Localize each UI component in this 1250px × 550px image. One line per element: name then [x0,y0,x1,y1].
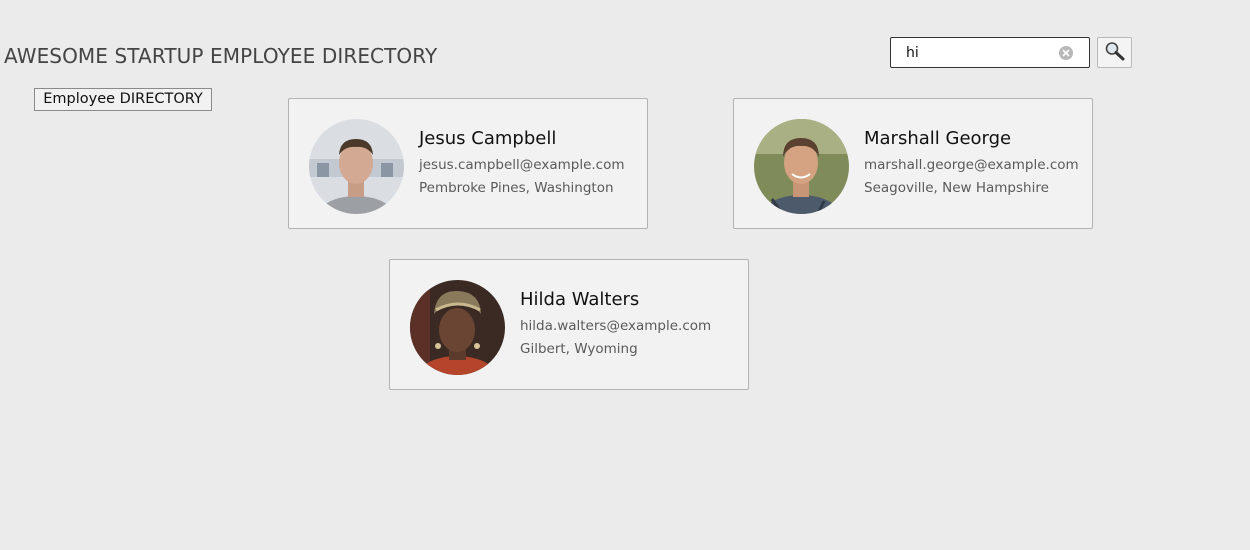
employee-name: Hilda Walters [520,289,640,310]
search-button[interactable] [1097,37,1132,68]
employee-name: Jesus Campbell [419,128,557,149]
employee-name: Marshall George [864,128,1012,149]
employee-card[interactable]: Hilda Walters hilda.walters@example.com … [389,259,749,390]
employee-email: hilda.walters@example.com [520,318,712,334]
employee-email: marshall.george@example.com [864,157,1079,173]
employee-email: jesus.campbell@example.com [419,157,625,173]
page-title: AWESOME STARTUP EMPLOYEE DIRECTORY [4,44,438,68]
avatar [309,119,404,214]
avatar [754,119,849,214]
clear-icon[interactable] [1059,46,1073,60]
employee-card[interactable]: Jesus Campbell jesus.campbell@example.co… [288,98,648,229]
employee-directory-button[interactable]: Employee DIRECTORY [34,88,212,111]
employee-location: Pembroke Pines, Washington [419,180,614,196]
employee-location: Gilbert, Wyoming [520,341,638,357]
search-icon [1104,41,1126,65]
avatar [410,280,505,375]
search-box[interactable] [890,37,1090,68]
search-input[interactable] [906,43,1056,63]
employee-card[interactable]: Marshall George marshall.george@example.… [733,98,1093,229]
employee-location: Seagoville, New Hampshire [864,180,1049,196]
